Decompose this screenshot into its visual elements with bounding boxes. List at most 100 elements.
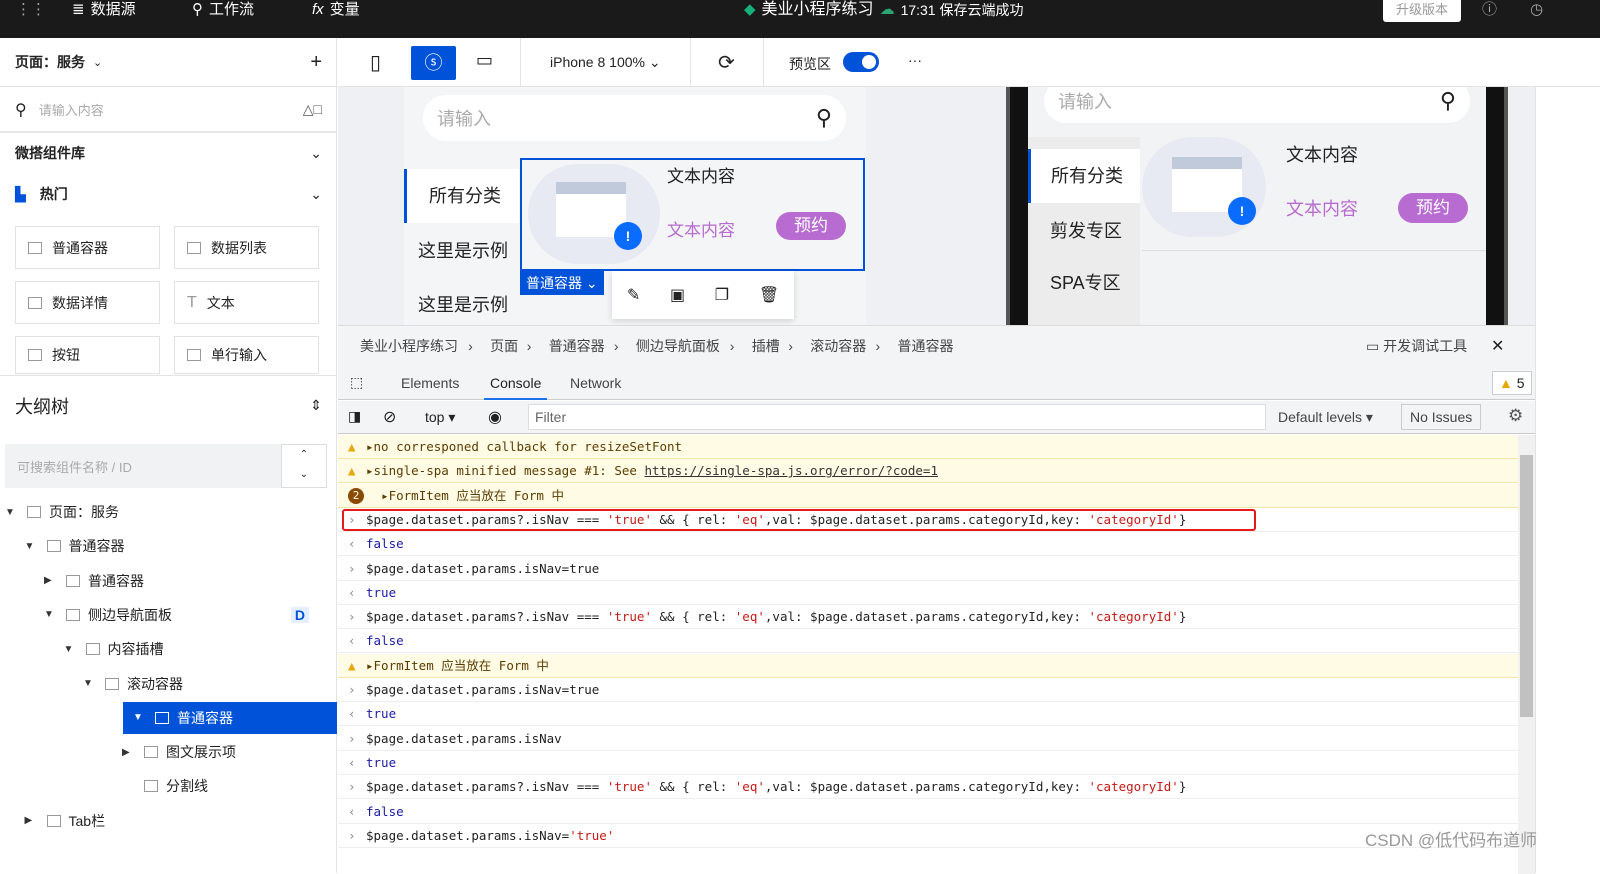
component-datadetail[interactable]: 数据详情 (15, 281, 160, 324)
clear-console-icon[interactable]: ⊘ (383, 407, 396, 427)
delete-icon[interactable]: 🗑 (759, 285, 779, 305)
copy-icon[interactable]: ❐ (715, 285, 729, 305)
result-icon: ‹ (348, 803, 356, 819)
filter-input[interactable]: Filter (528, 404, 1266, 430)
warning-count-badge[interactable]: ▲ 5 (1492, 371, 1532, 395)
tree-node[interactable]: ▼ 内容插槽 (0, 633, 337, 665)
history-icon[interactable]: ◷ (1530, 0, 1543, 20)
tree-node[interactable]: ▶ 图文展示项 (0, 736, 337, 768)
expand-collapse-icon[interactable]: ⇕ (310, 397, 322, 414)
sidebar-toggle-icon[interactable]: ◨ (348, 408, 361, 425)
stepper-icon[interactable]: ⌃ ⌄ (281, 444, 327, 488)
component-search[interactable]: ⚲ 请输入内容 △□ (0, 88, 337, 133)
tree-node[interactable]: ▼ 普通容器 (123, 701, 337, 734)
mobile-view-icon[interactable]: ▯ (370, 50, 381, 75)
caret-right-icon[interactable]: ▶ (25, 815, 39, 826)
caret-down-icon[interactable]: ▼ (5, 507, 19, 518)
levels-select[interactable]: Default levels ▾ (1278, 409, 1373, 426)
library-section[interactable]: 微搭组件库 ⌄ (0, 135, 337, 171)
tree-node[interactable]: ▶ 普通容器 (0, 565, 337, 597)
variable-menu[interactable]: fx 变量 (312, 0, 360, 20)
console-input-text: $page.dataset.params.isNav=true (366, 560, 600, 576)
category-item[interactable]: 剪发专区 (1050, 217, 1122, 243)
tree-node[interactable]: ▼ 滚动容器 (0, 668, 337, 700)
preview-label: 预览区 (789, 56, 831, 72)
more-button[interactable]: ··· (908, 52, 922, 68)
outline-search-input[interactable]: 可搜索组件名称 / ID ⌃ ⌄ (5, 444, 327, 488)
context-select[interactable]: top ▾ (425, 409, 455, 426)
close-icon[interactable]: ✕ (1491, 336, 1504, 356)
apps-grid-icon[interactable]: ⋮⋮ (16, 0, 46, 20)
expand-icon[interactable]: ▸ (366, 658, 374, 673)
tree-node[interactable]: 分割线 (0, 770, 337, 802)
refresh-icon[interactable]: ⟳ (718, 50, 735, 75)
result-icon: ‹ (348, 706, 356, 722)
page-selector[interactable]: 页面：服务 ⌄ + (0, 38, 337, 87)
caret-down-icon[interactable]: ▼ (25, 541, 39, 552)
expand-icon[interactable]: ▸ (381, 488, 389, 503)
caret-down-icon[interactable]: ▼ (133, 712, 147, 723)
edit-icon[interactable]: ✎ (627, 285, 640, 305)
warning-icon: ! (1228, 197, 1256, 225)
error-link[interactable]: https://single-spa.js.org/error/?code=1 (644, 463, 938, 478)
book-button[interactable]: 预约 (776, 212, 846, 240)
selected-container[interactable]: ! 文本内容 文本内容 预约 (520, 158, 865, 271)
caret-right-icon[interactable]: ▶ (44, 575, 58, 586)
breadcrumb-item[interactable]: 页面 (490, 326, 518, 366)
tree-node[interactable]: ▼ 侧边导航面板 D (0, 599, 337, 631)
component-text[interactable]: T 文本 (174, 281, 319, 324)
category-item[interactable]: 所有分类 (1028, 149, 1140, 203)
breadcrumb-item[interactable]: 普通容器 (898, 326, 954, 366)
breadcrumb-item[interactable]: 美业小程序练习 (360, 326, 458, 366)
issues-button[interactable]: No Issues (1401, 404, 1482, 430)
watermark: CSDN @低代码布道师 (1365, 831, 1538, 850)
category-item[interactable]: 这里是示例 (418, 237, 508, 263)
console-line: ‹ true (338, 702, 1518, 727)
breadcrumb-item[interactable]: 侧边导航面板 (636, 326, 720, 366)
component-container[interactable]: 普通容器 (15, 226, 160, 269)
selected-tag[interactable]: 普通容器 ⌄ (520, 271, 604, 295)
tab-console[interactable]: Console (484, 366, 548, 400)
component-datalist[interactable]: 数据列表 (174, 226, 319, 269)
console-scrollbar[interactable] (1518, 435, 1535, 874)
caret-down-icon[interactable]: ▼ (83, 678, 97, 689)
container-icon (46, 814, 61, 827)
expand-icon[interactable]: ▸ (366, 439, 374, 454)
component-input[interactable]: 单行输入 (174, 336, 319, 374)
save-icon[interactable]: ▣ (670, 285, 685, 305)
book-button[interactable]: 预约 (1398, 193, 1468, 223)
breadcrumb-item[interactable]: 普通容器 (549, 326, 605, 366)
tab-elements[interactable]: Elements (401, 366, 459, 400)
breadcrumb-item[interactable]: 滚动容器 (810, 326, 866, 366)
inspect-icon[interactable]: ⬚ (350, 374, 363, 391)
component-button[interactable]: 按钮 (15, 336, 160, 374)
eye-icon[interactable]: ◉ (488, 407, 502, 427)
datasource-menu[interactable]: ≣ 数据源 (72, 0, 136, 20)
workflow-menu[interactable]: ⚲ 工作流 (192, 0, 254, 20)
gear-icon[interactable]: ⚙ (1508, 406, 1523, 426)
device-search-input[interactable]: 请输入 ⚲ (1044, 87, 1470, 123)
hot-section[interactable]: ▙ 热门 ⌄ (0, 176, 337, 212)
preview-toggle[interactable] (843, 52, 879, 72)
tree-node[interactable]: ▶ Tab栏 (0, 805, 337, 837)
search-icon: ⚲ (1439, 88, 1456, 113)
caret-down-icon[interactable]: ▼ (64, 644, 78, 655)
expand-icon[interactable]: ▸ (366, 463, 374, 478)
upgrade-button[interactable]: 升级版本 (1383, 0, 1461, 22)
tree-node[interactable]: ▼ 普通容器 (0, 530, 337, 562)
miniprogram-view-button[interactable]: ⓢ (411, 46, 456, 80)
desktop-view-icon[interactable]: ▭ (476, 50, 493, 71)
device-select[interactable]: iPhone 8 100% ⌄ (550, 54, 661, 71)
caret-down-icon[interactable]: ▼ (44, 609, 58, 620)
preview-search-input[interactable]: 请输入 ⚲ (423, 95, 846, 141)
caret-right-icon[interactable]: ▶ (122, 747, 136, 758)
tree-node[interactable]: ▼ 页面：服务 (0, 496, 337, 528)
help-icon[interactable]: ⓘ (1482, 0, 1497, 20)
category-item[interactable]: 这里是示例 (418, 291, 508, 317)
category-item[interactable]: 所有分类 (404, 169, 519, 223)
breadcrumb-item[interactable]: 插槽 (752, 326, 780, 366)
tab-network[interactable]: Network (570, 366, 621, 400)
console-line: ‹ true (338, 581, 1518, 605)
category-item[interactable]: SPA专区 (1050, 269, 1121, 295)
add-page-button[interactable]: + (310, 51, 322, 74)
